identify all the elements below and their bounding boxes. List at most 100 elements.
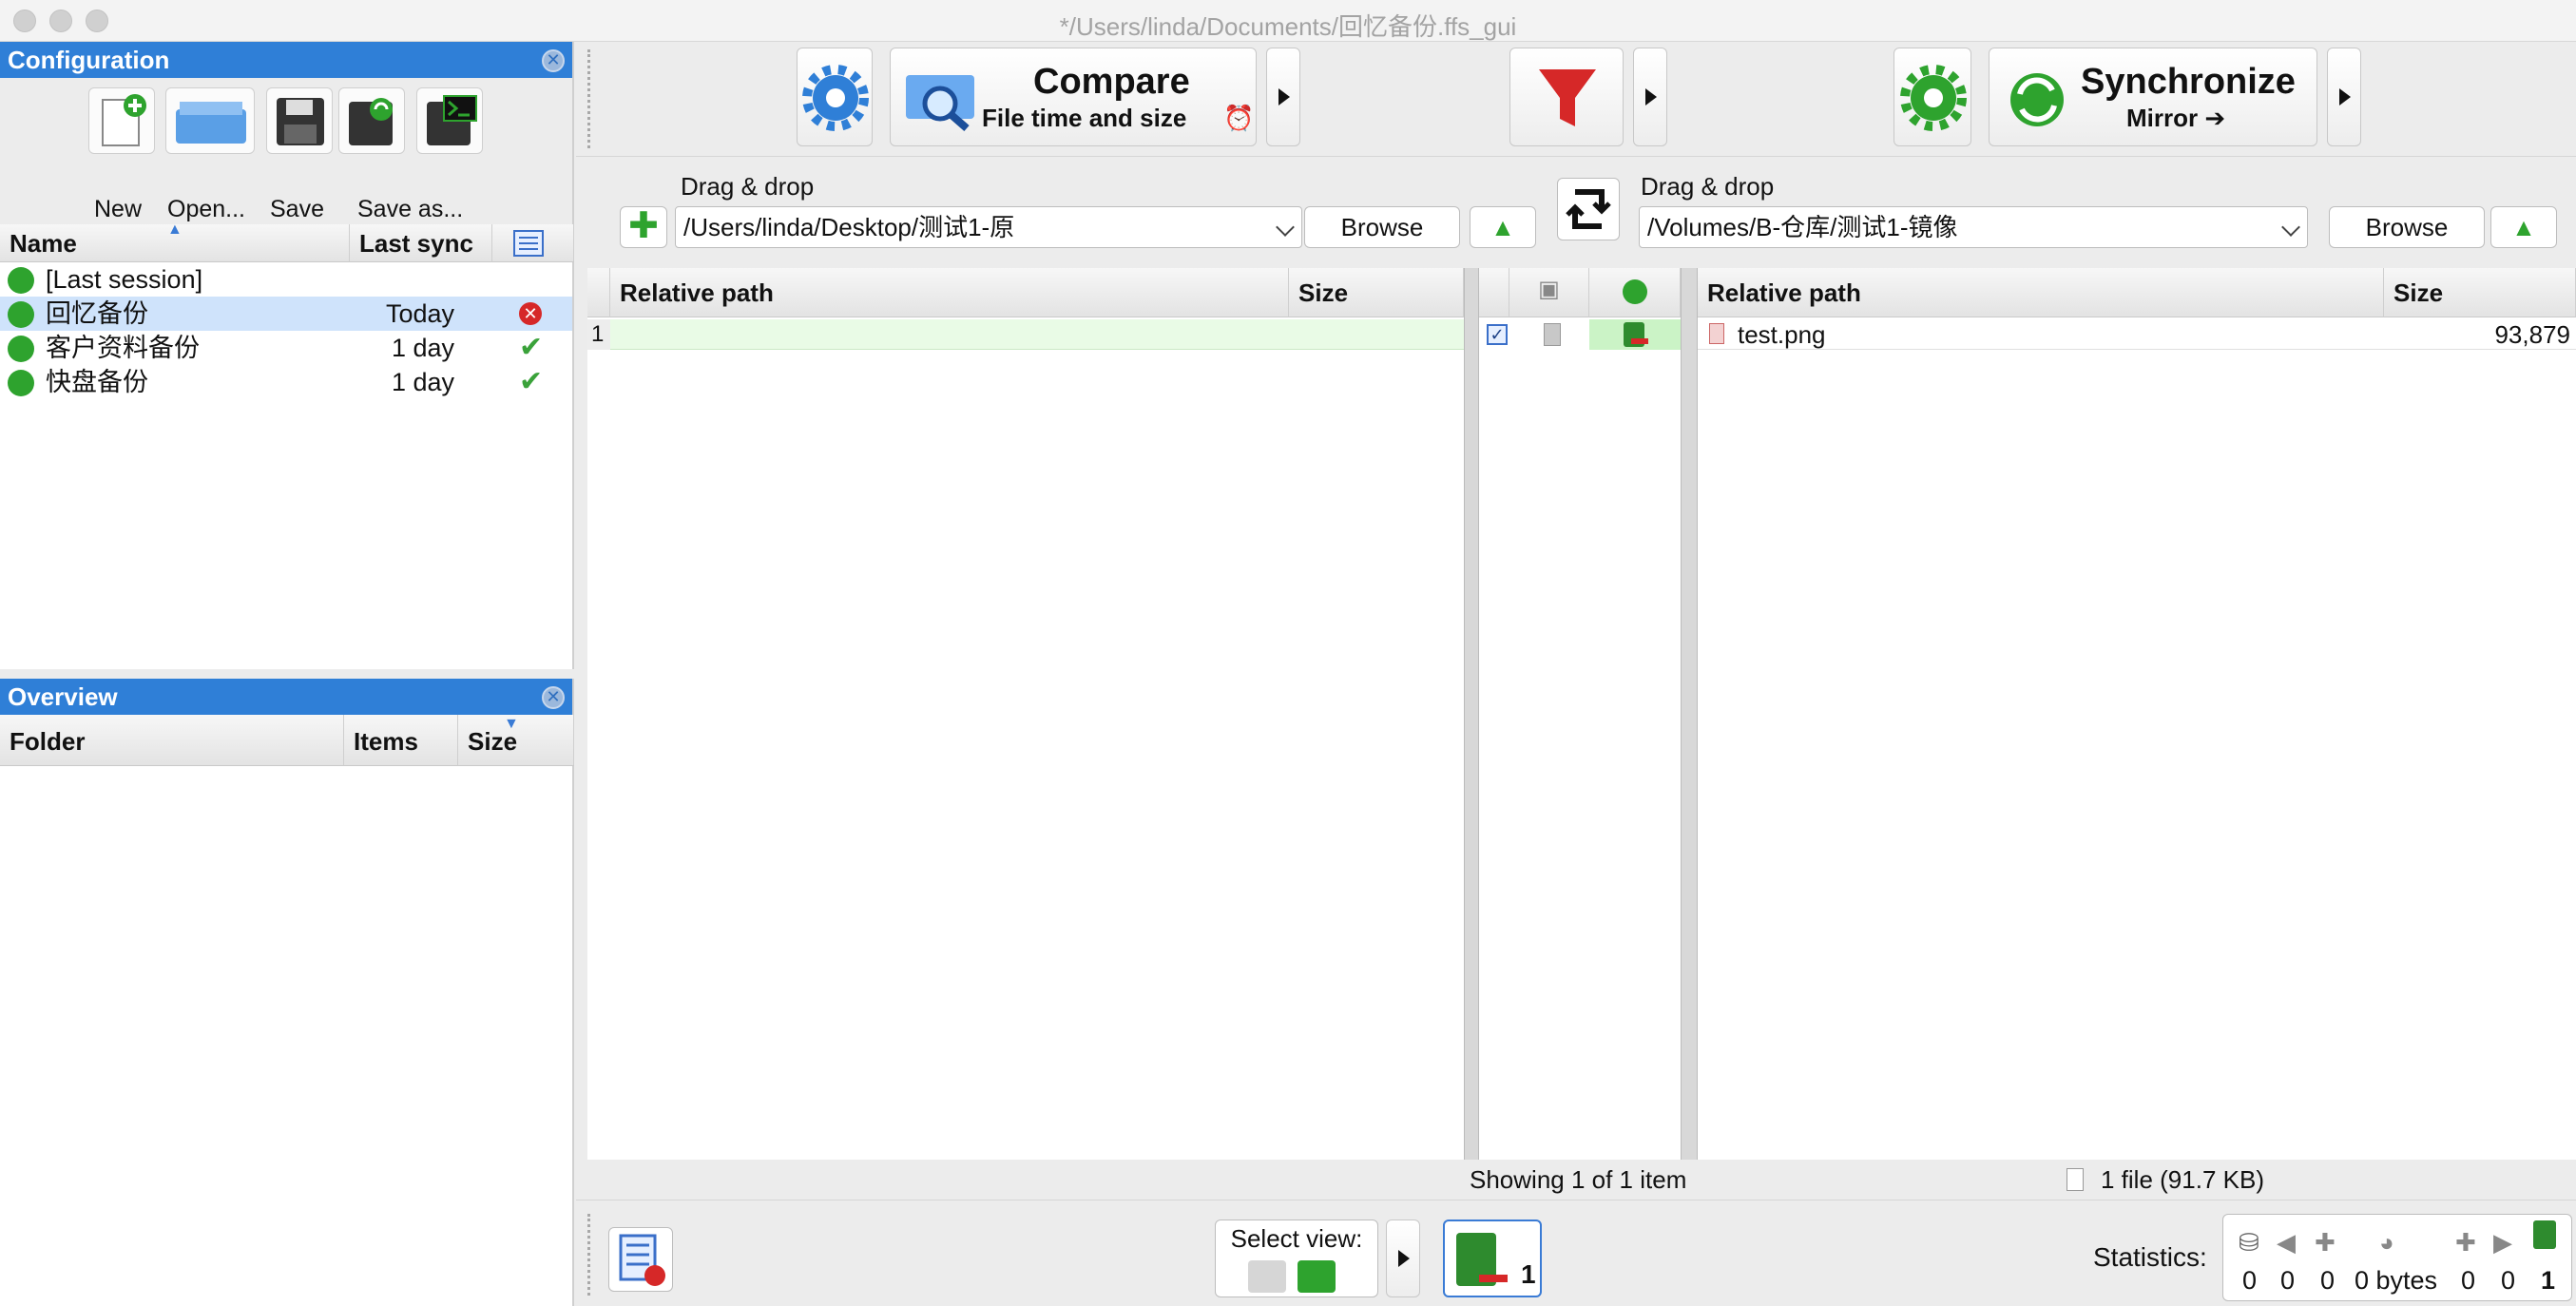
delete-minus-icon bbox=[1479, 1275, 1508, 1282]
configuration-title: Configuration bbox=[8, 46, 170, 74]
close-configuration-icon[interactable]: ✕ bbox=[542, 49, 565, 72]
sync-config-icon bbox=[8, 267, 34, 294]
configuration-header: Configuration ✕ bbox=[0, 42, 572, 78]
category-column-header[interactable]: ▣ bbox=[1509, 268, 1589, 317]
config-last-sync: Today bbox=[386, 299, 455, 328]
left-grid-scrollbar[interactable] bbox=[1464, 268, 1479, 1160]
action-column-header[interactable] bbox=[1589, 268, 1681, 317]
floppy-disk-icon bbox=[277, 98, 324, 145]
middle-action-grid: ▣ ✓ bbox=[1479, 268, 1681, 1160]
close-overview-icon[interactable]: ✕ bbox=[542, 686, 565, 709]
config-list-item[interactable]: 快盘备份 1 day ✔ bbox=[0, 365, 572, 399]
category-view-toggle[interactable] bbox=[1248, 1260, 1286, 1293]
sort-down-icon: ▼ bbox=[504, 716, 519, 732]
left-browse-button[interactable]: Browse bbox=[1304, 206, 1460, 248]
left-cloud-button[interactable]: ▲ bbox=[1470, 206, 1536, 248]
clock-icon: ⏰ bbox=[1223, 104, 1255, 132]
right-cloud-button[interactable]: ▲ bbox=[2490, 206, 2557, 248]
filter-delete-button[interactable]: 1 bbox=[1443, 1220, 1542, 1297]
synchronize-options-arrow[interactable] bbox=[2327, 48, 2361, 146]
action-view-toggle[interactable] bbox=[1298, 1260, 1336, 1293]
error-status-icon: ✕ bbox=[519, 302, 542, 325]
compare-sublabel: File time and size bbox=[982, 104, 1187, 132]
save-as-config-button[interactable] bbox=[338, 87, 405, 154]
right-folder-path: /Volumes/B-仓库/测试1-镜像 bbox=[1647, 213, 1958, 241]
stat-bytes: 0 bytes bbox=[2355, 1266, 2438, 1295]
left-column-size[interactable]: Size bbox=[1289, 268, 1464, 317]
right-folder-path-input[interactable]: /Volumes/B-仓库/测试1-镜像 bbox=[1639, 206, 2308, 248]
stat-delete-right: 1 bbox=[2541, 1266, 2556, 1295]
create-right-icon: ✚ bbox=[2455, 1228, 2476, 1257]
filter-button[interactable] bbox=[1509, 48, 1624, 146]
overview-title: Overview bbox=[8, 682, 118, 711]
sync-config-icon bbox=[8, 336, 34, 362]
overview-panel: Overview ✕ Folder Items Size ▼ bbox=[0, 679, 574, 1306]
add-folder-pair-button[interactable]: ✚ bbox=[620, 206, 667, 248]
column-items-label: Items bbox=[354, 727, 418, 756]
open-config-button[interactable] bbox=[165, 87, 255, 154]
filter-options-arrow[interactable] bbox=[1633, 48, 1667, 146]
delete-right-action-cell[interactable] bbox=[1589, 319, 1681, 350]
left-browse-label: Browse bbox=[1340, 213, 1424, 241]
synchronize-button[interactable]: Synchronize Mirror ➔ bbox=[1989, 48, 2317, 146]
blue-gear-icon bbox=[802, 65, 869, 131]
column-size[interactable]: Size ▼ bbox=[458, 715, 574, 766]
config-name: 回忆备份 bbox=[46, 299, 148, 328]
table-row[interactable]: test.png 93,879 bbox=[1698, 319, 2576, 350]
stat-update-right: 0 bbox=[2501, 1266, 2516, 1295]
new-config-button[interactable] bbox=[88, 87, 155, 154]
right-path-dropdown-icon[interactable] bbox=[2281, 218, 2300, 237]
row-include-checkbox[interactable]: ✓ bbox=[1487, 324, 1508, 345]
statistics-label: Statistics: bbox=[2093, 1242, 2207, 1272]
view-log-button[interactable] bbox=[608, 1227, 673, 1292]
config-name: 快盘备份 bbox=[46, 368, 148, 396]
compare-button[interactable]: Compare File time and size ⏰ bbox=[890, 48, 1257, 146]
column-options-button[interactable] bbox=[492, 224, 574, 262]
save-label: Save bbox=[270, 196, 324, 222]
select-view-options-arrow[interactable] bbox=[1386, 1220, 1420, 1297]
left-column-relative-path[interactable]: Relative path bbox=[610, 268, 1289, 317]
config-list-item[interactable]: [Last session] bbox=[0, 262, 572, 297]
config-last-sync: 1 day bbox=[392, 368, 455, 396]
right-browse-button[interactable]: Browse bbox=[2329, 206, 2485, 248]
right-column-relative-path[interactable]: Relative path bbox=[1698, 268, 2384, 317]
column-name-label: Name bbox=[10, 229, 77, 258]
select-view-label: Select view: bbox=[1230, 1224, 1363, 1253]
panel-splitter[interactable] bbox=[0, 669, 574, 679]
comparison-settings-button[interactable] bbox=[797, 48, 873, 146]
left-relative-path-label: Relative path bbox=[620, 278, 774, 307]
config-list-item[interactable]: 回忆备份 Today ✕ bbox=[0, 297, 572, 331]
configuration-column-headers: Name ▲ Last sync bbox=[0, 221, 574, 262]
image-file-icon bbox=[1709, 323, 1724, 344]
left-path-dropdown-icon[interactable] bbox=[1276, 218, 1295, 237]
config-list-item[interactable]: 客户资料备份 1 day ✔ bbox=[0, 331, 572, 365]
left-folder-path-input[interactable]: /Users/linda/Desktop/测试1-原 bbox=[675, 206, 1302, 248]
new-label: New bbox=[94, 196, 143, 222]
compare-options-arrow[interactable] bbox=[1266, 48, 1300, 146]
delete-right-icon bbox=[2533, 1220, 2556, 1249]
row-number-header bbox=[587, 268, 610, 317]
right-column-size[interactable]: Size bbox=[2384, 268, 2576, 317]
table-row[interactable]: 1 bbox=[587, 319, 1464, 350]
cloud-drive-icon: ▲ bbox=[1490, 213, 1515, 241]
stat-update-left: 0 bbox=[2280, 1266, 2296, 1295]
swap-sides-button[interactable] bbox=[1557, 178, 1620, 240]
save-as-batch-button[interactable] bbox=[416, 87, 483, 154]
ok-status-icon: ✔ bbox=[519, 332, 544, 363]
middle-grid-scrollbar[interactable] bbox=[1681, 268, 1698, 1160]
delete-count: 1 bbox=[1521, 1259, 1536, 1289]
table-row[interactable]: ✓ bbox=[1479, 319, 1681, 350]
column-items[interactable]: Items bbox=[344, 715, 458, 766]
create-left-icon: ⛁ bbox=[2239, 1228, 2259, 1257]
status-right-summary: 1 file (91.7 KB) bbox=[2101, 1165, 2264, 1194]
column-folder[interactable]: Folder bbox=[0, 715, 344, 766]
synchronize-label: Synchronize bbox=[2081, 62, 2296, 102]
save-config-button[interactable] bbox=[266, 87, 333, 154]
sync-settings-button[interactable] bbox=[1894, 48, 1971, 146]
new-file-icon bbox=[102, 94, 146, 146]
column-last-sync[interactable]: Last sync bbox=[350, 224, 492, 262]
left-file-grid: Relative path Size 1 bbox=[587, 268, 1464, 1160]
open-folder-icon bbox=[176, 102, 246, 144]
camera-category-icon: ▣ bbox=[1538, 277, 1560, 302]
column-name[interactable]: Name ▲ bbox=[0, 221, 350, 262]
